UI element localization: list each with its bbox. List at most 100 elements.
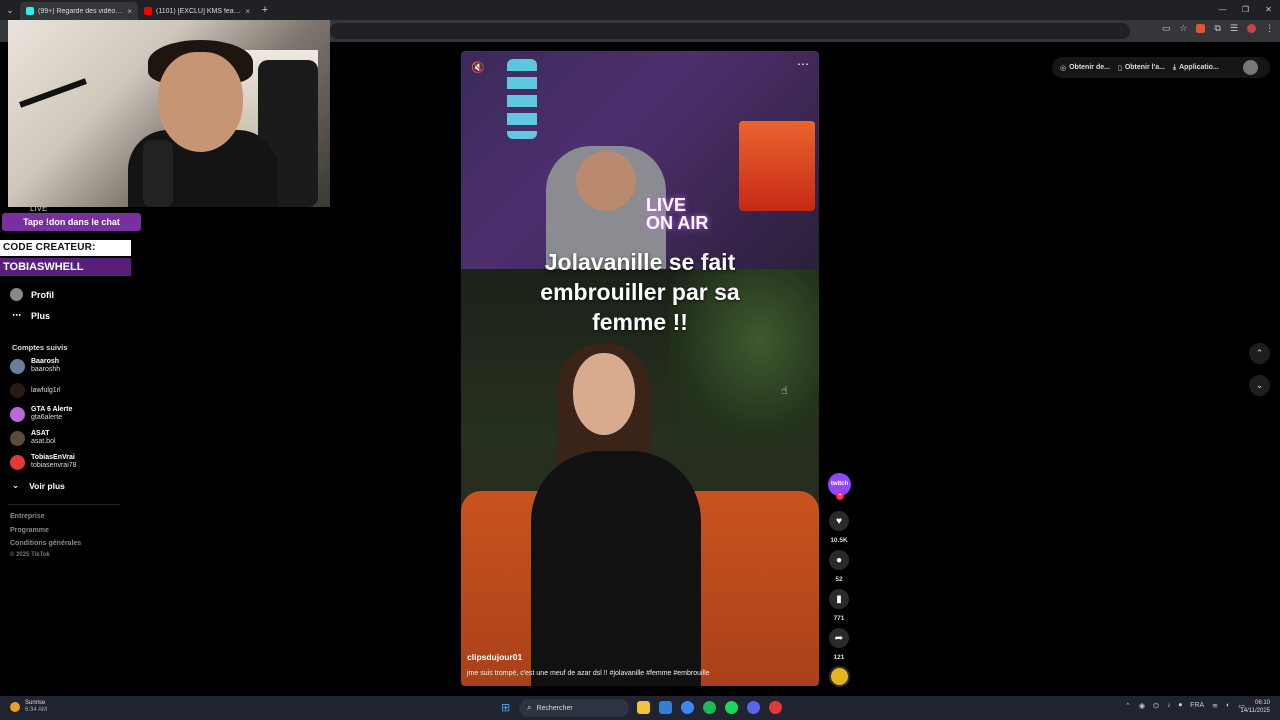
network-icon[interactable]: ⌬ xyxy=(1153,702,1159,710)
get-app-chip[interactable]: ▯ Obtenir l'a... xyxy=(1118,64,1165,72)
follow-plus-icon[interactable]: + xyxy=(836,492,844,500)
wifi-icon[interactable]: ≋ xyxy=(1212,702,1218,710)
chrome-icon[interactable] xyxy=(681,701,694,714)
store-icon[interactable] xyxy=(659,701,672,714)
tray-app-icon[interactable]: ◉ xyxy=(1139,702,1145,710)
file-explorer-icon[interactable] xyxy=(637,701,650,714)
taskbar-apps xyxy=(637,701,782,714)
screen: ⌄ (99+) Regarde des vidéos tendance × (1… xyxy=(0,0,1280,720)
tab-title: (1101) [EXCLU] KMS feat. 2V - ... xyxy=(156,7,241,15)
minimize-icon[interactable]: — xyxy=(1211,0,1234,20)
profile-icon[interactable] xyxy=(1247,24,1256,33)
mic-icon[interactable]: ⏺ xyxy=(1179,702,1183,710)
avatar xyxy=(10,358,25,374)
extension-icon[interactable] xyxy=(1196,24,1206,33)
tab-close-icon[interactable]: × xyxy=(245,7,250,16)
address-bar[interactable] xyxy=(330,23,1130,39)
footer-link-company[interactable]: Entreprise xyxy=(10,513,45,520)
like-button[interactable]: ♥ xyxy=(829,511,849,531)
followed-account-item[interactable]: ASAT asat.bol xyxy=(10,430,56,446)
account-handle: tobiasenvrai78 xyxy=(31,462,77,469)
like-count: 10.5K xyxy=(830,537,848,544)
toolbar-icons: ▭ ☆ ⧉ ☰ ⋮ xyxy=(1162,23,1274,34)
account-handle: lawfulg1rl xyxy=(31,386,61,394)
heart-icon: ♥ xyxy=(836,515,842,527)
mute-icon[interactable]: 🔇 xyxy=(471,61,485,74)
bookmark-star-icon[interactable]: ☆ xyxy=(1179,23,1187,34)
tray-chevron-icon[interactable]: ⌃ xyxy=(1125,702,1131,710)
video-player[interactable]: LIVE ON AIR Jolavanille se fait embrouil… xyxy=(461,51,819,686)
tab-search-chevron-icon[interactable]: ⌄ xyxy=(0,0,20,20)
donation-badge: Tape !don dans le chat xyxy=(2,213,141,231)
next-video-button[interactable]: ⌄ xyxy=(1249,375,1270,396)
share-count: 121 xyxy=(833,654,845,661)
account-handle: asat.bol xyxy=(31,438,56,445)
app-red-icon[interactable] xyxy=(769,701,782,714)
music-disc-icon[interactable] xyxy=(829,666,850,687)
more-options-icon[interactable]: ⋯ xyxy=(797,57,809,71)
footer-link-program[interactable]: Programme xyxy=(10,527,49,534)
share-button[interactable]: ➦ xyxy=(829,628,849,648)
speaker-icon[interactable]: ◐ xyxy=(1226,702,1230,710)
sidebar-icon[interactable]: ☰ xyxy=(1230,23,1238,34)
taskbar-search[interactable]: ⌕ Rechercher xyxy=(519,699,629,717)
comment-bubble-icon: ● xyxy=(835,554,843,566)
chip-label: Applicatio... xyxy=(1179,64,1219,71)
see-more-button[interactable]: ⌄ Voir plus xyxy=(12,480,65,491)
close-window-icon[interactable]: ✕ xyxy=(1257,0,1280,20)
video-caption: Jolavanille se fait embrouiller par sa f… xyxy=(540,249,740,335)
webcam-overlay xyxy=(8,20,330,207)
comment-count: 52 xyxy=(835,576,843,583)
sidebar-item-more[interactable]: ⋯ Plus xyxy=(10,310,50,321)
followed-account-item[interactable]: lawfulg1rl xyxy=(10,383,61,398)
coin-icon: ◎ xyxy=(1060,64,1067,72)
desktop-app-chip[interactable]: ⤓ Applicatio... xyxy=(1173,64,1219,72)
windows-start-icon[interactable]: ⊞ xyxy=(501,702,513,714)
copyright-text: © 2025 TikTok xyxy=(10,552,50,558)
system-tray: ⌃ ◉ ⌬ ♪ ⏺ FRA ≋ ◐ ▭ xyxy=(1125,702,1245,710)
video-description: jme suis trompé, c'est une meuf de azar … xyxy=(467,670,710,677)
followed-account-item[interactable]: GTA 6 Alerte gta6alerte xyxy=(10,406,72,422)
menu-kebab-icon[interactable]: ⋮ xyxy=(1265,23,1274,34)
spotify-icon[interactable] xyxy=(725,701,738,714)
extensions-puzzle-icon[interactable]: ⧉ xyxy=(1214,23,1220,34)
tab-close-icon[interactable]: × xyxy=(127,7,132,16)
chevron-down-icon: ⌄ xyxy=(12,480,20,490)
avatar xyxy=(10,430,25,446)
account-name: ASAT xyxy=(31,430,50,437)
chevron-down-icon: ⌄ xyxy=(1255,380,1264,390)
save-button[interactable]: ▮ xyxy=(829,589,849,609)
webcam-streamer-face xyxy=(158,52,243,152)
window-controls: — ❐ ✕ xyxy=(1211,0,1280,20)
get-coins-chip[interactable]: ◎ Obtenir de... xyxy=(1060,64,1110,72)
browser-tab-tiktok[interactable]: (99+) Regarde des vidéos tendance × xyxy=(20,2,138,20)
discord-icon[interactable] xyxy=(747,701,760,714)
followed-account-item[interactable]: TobiasEnVrai tobiasenvrai78 xyxy=(10,454,77,470)
webcam-mic-arm xyxy=(19,78,87,108)
browser-tab-youtube[interactable]: (1101) [EXCLU] KMS feat. 2V - ... × xyxy=(138,2,256,20)
creator-code-title: CODE CREATEUR: xyxy=(0,240,131,256)
clock-time: 06:10 xyxy=(1254,700,1270,706)
restore-icon[interactable]: ❐ xyxy=(1234,0,1257,20)
followed-account-item[interactable]: Baarosh baaroshh xyxy=(10,358,60,374)
video-username[interactable]: clipsdujour01 xyxy=(467,652,522,662)
app-icon[interactable] xyxy=(703,701,716,714)
profile-avatar xyxy=(10,288,23,301)
taskbar-clock[interactable]: 06:10 14/11/2025 xyxy=(1240,699,1270,715)
new-tab-button[interactable]: + xyxy=(256,4,274,16)
search-icon: ⌕ xyxy=(527,703,532,712)
language-indicator[interactable]: FRA xyxy=(1190,702,1204,710)
user-avatar[interactable] xyxy=(1243,60,1258,75)
volume-icon[interactable]: ♪ xyxy=(1167,702,1171,710)
comment-button[interactable]: ● xyxy=(829,550,849,570)
footer-link-terms[interactable]: Conditions générales xyxy=(10,540,81,547)
account-name: Baarosh xyxy=(31,358,60,365)
cast-icon[interactable]: ▭ xyxy=(1162,23,1171,34)
account-handle: gta6alerte xyxy=(31,414,63,421)
streamer-head xyxy=(576,151,636,211)
weather-widget[interactable]: Sunrise 6:34 AM xyxy=(10,700,47,714)
sidebar-item-profile[interactable]: Profil xyxy=(10,288,54,301)
previous-video-button[interactable]: ⌃ xyxy=(1249,343,1270,364)
bookmark-icon: ▮ xyxy=(836,593,842,605)
divider xyxy=(8,504,120,505)
